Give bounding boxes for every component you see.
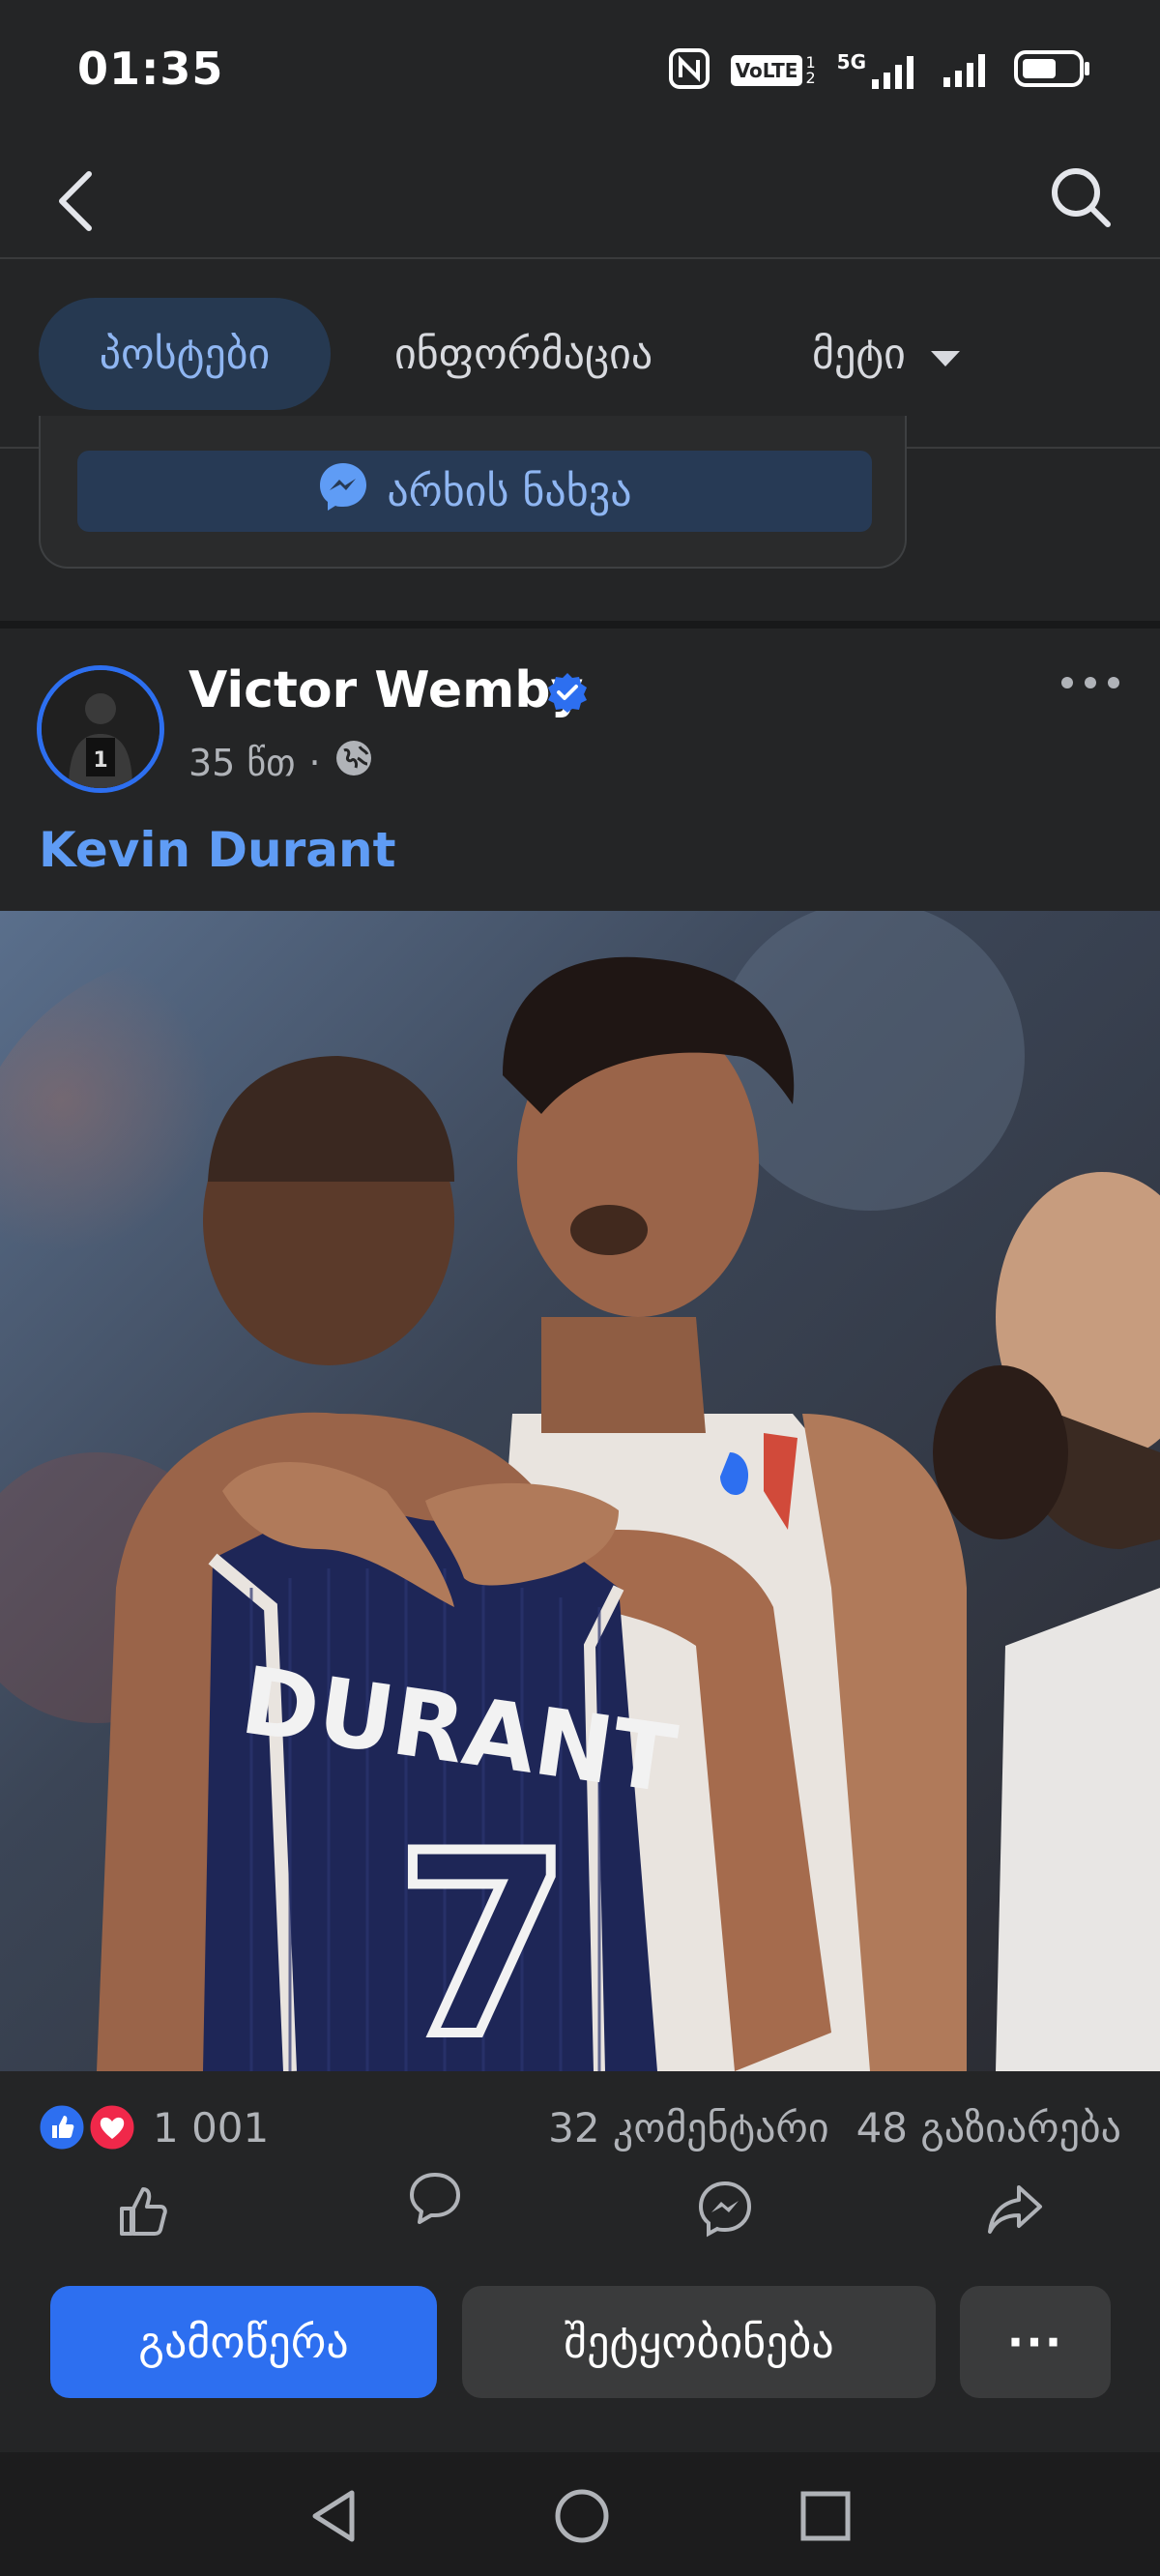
meta-separator: ·: [308, 741, 321, 784]
avatar[interactable]: 1: [37, 665, 164, 793]
more-options-icon[interactable]: [1059, 671, 1121, 698]
like-reaction-icon: [37, 2102, 87, 2156]
search-icon[interactable]: [1046, 162, 1116, 236]
svg-text:1: 1: [93, 748, 107, 773]
system-nav-bar: [0, 2452, 1160, 2576]
signal-icon: [942, 48, 992, 93]
section-divider: [0, 621, 1160, 629]
volte-label: VoLTE: [730, 55, 803, 86]
message-label: შეტყობინება: [564, 2316, 834, 2368]
messenger-send-icon[interactable]: [696, 2180, 754, 2241]
jersey-number-text: 7: [396, 1800, 571, 2071]
view-channel-label: არხის ნახვა: [387, 466, 632, 516]
tab-more[interactable]: მეტი: [812, 298, 962, 410]
verified-badge-icon: [546, 671, 589, 717]
shares-count[interactable]: 48 გაზიარება: [856, 2104, 1121, 2152]
nav-recents-icon[interactable]: [798, 2489, 853, 2547]
profile-action-buttons: გამოწერა შეტყობინება ···: [0, 2286, 1160, 2402]
reactions-bar: 1 001 32 კომენტარი 48 გაზიარება: [0, 2089, 1160, 2166]
post-meta: 35 წთ ·: [188, 739, 373, 786]
reaction-count[interactable]: 1 001: [153, 2104, 269, 2152]
follow-label: გამოწერა: [138, 2316, 349, 2368]
post-photo[interactable]: DURANT 7: [0, 911, 1160, 2071]
tab-info[interactable]: ინფორმაცია: [394, 298, 652, 410]
tab-info-label: ინფორმაცია: [394, 329, 653, 379]
thumbs-up-icon[interactable]: [116, 2180, 174, 2241]
tab-more-label: მეტი: [812, 329, 906, 379]
post-text-link[interactable]: Kevin Durant: [39, 822, 396, 878]
tab-posts[interactable]: პოსტები: [39, 298, 331, 410]
network-label: 5G: [836, 50, 866, 73]
share-icon[interactable]: [986, 2180, 1044, 2241]
status-icons: VoLTE 12 5G: [668, 46, 1092, 95]
nav-back-icon[interactable]: [307, 2487, 362, 2549]
signal-5g-icon: 5G: [837, 50, 920, 91]
comments-count[interactable]: 32 კომენტარი: [548, 2104, 828, 2152]
sim-indicator: 12: [805, 53, 816, 87]
volte-icon: VoLTE 12: [730, 53, 816, 87]
message-button[interactable]: შეტყობინება: [462, 2286, 936, 2398]
nav-home-icon[interactable]: [553, 2487, 611, 2549]
tab-posts-label: პოსტები: [99, 329, 271, 379]
comment-icon[interactable]: [406, 2170, 464, 2232]
comments-shares: 32 კომენტარი 48 გაზიარება: [548, 2104, 1121, 2152]
battery-icon: [1013, 48, 1092, 93]
post-author-name[interactable]: Victor Wemby: [188, 661, 583, 719]
caret-down-icon: [929, 330, 962, 379]
more-actions-label: ···: [1006, 2316, 1064, 2368]
status-time: 01:35: [77, 43, 224, 95]
view-channel-button[interactable]: არხის ნახვა: [77, 451, 872, 532]
nfc-icon: [668, 48, 710, 93]
post-time[interactable]: 35 წთ: [188, 742, 296, 784]
globe-icon: [334, 739, 373, 786]
post-actions: [0, 2166, 1160, 2259]
status-bar: 01:35 VoLTE 12 5G: [0, 0, 1160, 135]
follow-button[interactable]: გამოწერა: [50, 2286, 437, 2398]
messenger-icon: [317, 460, 369, 523]
channel-card: არხის ნახვა: [39, 416, 907, 569]
more-actions-button[interactable]: ···: [960, 2286, 1111, 2398]
back-arrow-icon[interactable]: [50, 166, 104, 240]
love-reaction-icon: [87, 2102, 137, 2156]
app-bar: [0, 145, 1160, 259]
